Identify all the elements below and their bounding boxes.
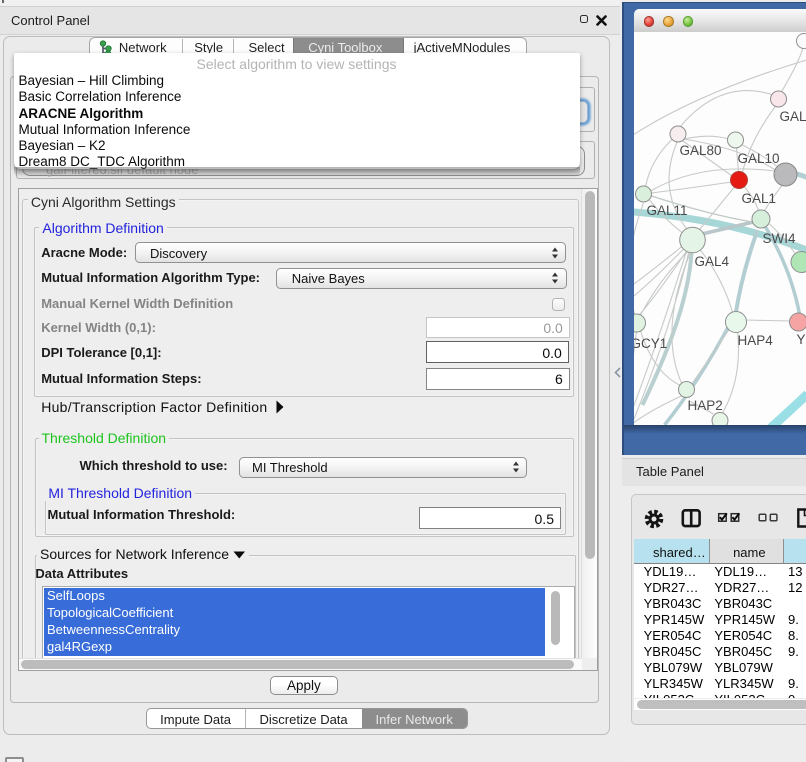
svg-text:HAP2: HAP2 (688, 398, 723, 413)
svg-text:GAL10: GAL10 (738, 151, 780, 166)
svg-text:GAL7: GAL7 (780, 109, 806, 124)
svg-text:GAL80: GAL80 (680, 143, 722, 158)
svg-text:SWI4: SWI4 (763, 231, 796, 246)
svg-text:GAL4: GAL4 (695, 254, 730, 269)
svg-text:GAL1: GAL1 (742, 191, 777, 206)
svg-text:YM: YM (797, 332, 806, 347)
svg-text:GCY1: GCY1 (634, 336, 667, 351)
svg-text:GAL11: GAL11 (647, 203, 688, 218)
svg-text:HAP4: HAP4 (738, 333, 774, 348)
